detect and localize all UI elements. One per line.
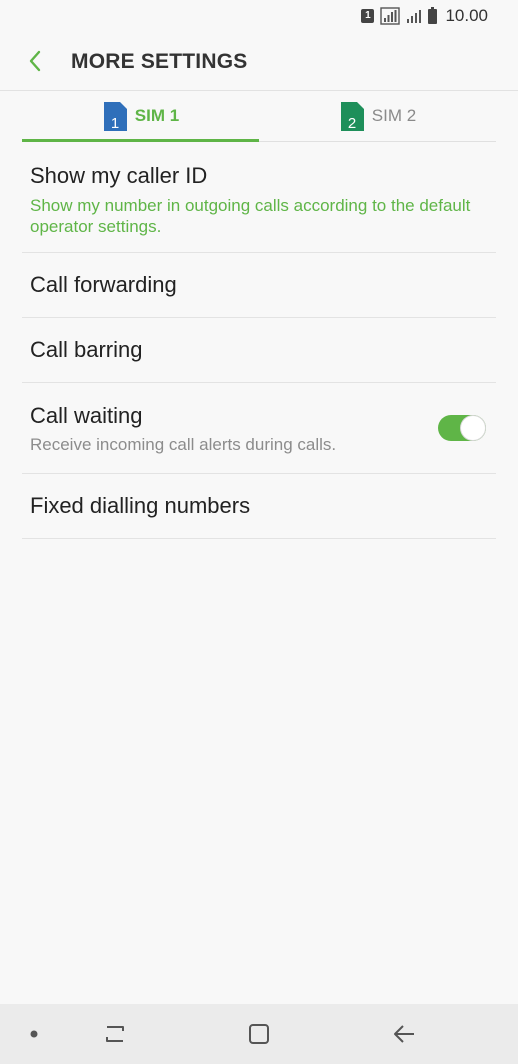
tab-sim-2-label: SIM 2 [371, 106, 417, 125]
call-forwarding-title: Call forwarding [30, 272, 177, 297]
app-header: MORE SETTINGS [0, 34, 518, 90]
battery-icon [428, 6, 438, 24]
sim-2-icon: 2 [340, 101, 364, 132]
nav-back-button[interactable] [379, 1004, 429, 1064]
tab-sim-1-label: SIM 1 [134, 106, 180, 125]
navigation-bar [0, 1004, 518, 1064]
call-waiting-item[interactable]: Call waiting Receive incoming call alert… [22, 383, 496, 474]
fixed-dialling-numbers-title: Fixed dialling numbers [30, 493, 251, 518]
home-button[interactable] [234, 1004, 284, 1064]
signal-icon [407, 10, 422, 23]
call-forwarding-item[interactable]: Call forwarding [22, 253, 496, 318]
nav-dot-button[interactable] [14, 1004, 54, 1064]
tab-sim-2[interactable]: 2 SIM 2 [259, 91, 496, 141]
recents-icon [106, 1026, 124, 1042]
home-icon [249, 1024, 269, 1044]
show-caller-id-subtitle: Show my number in outgoing calls accordi… [30, 196, 471, 236]
show-caller-id-title: Show my caller ID [30, 163, 208, 188]
toggle-knob [461, 416, 485, 440]
show-caller-id-item[interactable]: Show my caller ID Show my number in outg… [22, 142, 496, 253]
sim-1-icon: 1 [103, 101, 127, 132]
tab-sim-1[interactable]: 1 SIM 1 [22, 91, 259, 142]
status-icons: 1 10.00 [361, 6, 488, 26]
call-waiting-subtitle: Receive incoming call alerts during call… [30, 435, 337, 454]
call-waiting-toggle[interactable] [438, 415, 486, 441]
sim-tabs: 1 SIM 1 2 SIM 2 [22, 91, 496, 142]
svg-text:1: 1 [111, 115, 119, 132]
signal-icon [380, 7, 401, 25]
back-arrow-icon [29, 50, 41, 72]
recents-button[interactable] [90, 1004, 140, 1064]
back-icon [394, 1025, 414, 1043]
call-barring-title: Call barring [30, 337, 143, 362]
svg-text:2: 2 [348, 115, 356, 132]
settings-list: Show my caller ID Show my number in outg… [22, 142, 496, 539]
call-waiting-title: Call waiting [30, 403, 143, 428]
status-time: 10.00 [445, 6, 488, 25]
fixed-dialling-numbers-item[interactable]: Fixed dialling numbers [22, 474, 496, 539]
page-title: MORE SETTINGS [71, 50, 248, 73]
call-barring-item[interactable]: Call barring [22, 318, 496, 383]
back-button[interactable] [20, 46, 50, 76]
status-bar: 1 10.00 [0, 0, 518, 34]
sim-card-icon: 1 [361, 9, 375, 23]
dot-icon [30, 1030, 38, 1038]
